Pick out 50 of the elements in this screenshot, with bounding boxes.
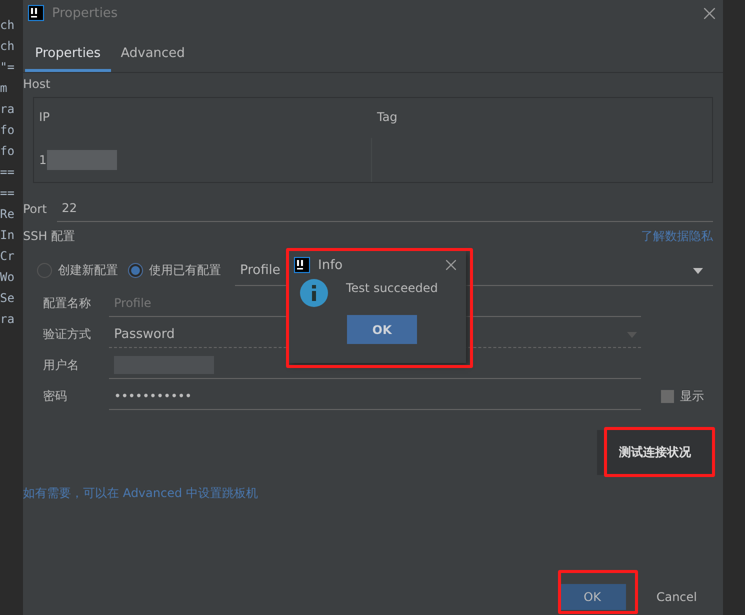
app-logo-icon	[28, 5, 44, 21]
code-fragment: ch	[0, 18, 16, 34]
test-connection-button[interactable]: 测试连接状况	[597, 430, 713, 475]
radio-label: 使用已有配置	[149, 262, 221, 279]
ok-button[interactable]: OK	[347, 315, 417, 344]
dialog-title: Info	[318, 258, 344, 272]
app-logo-icon	[294, 257, 310, 273]
code-fragment: fo	[0, 144, 16, 160]
tab[interactable]: Advanced	[110, 40, 195, 72]
code-fragment: ==	[0, 186, 16, 202]
window-title: Properties	[52, 6, 119, 20]
radio-button[interactable]	[128, 263, 143, 278]
blur-mask	[46, 150, 117, 170]
field-label: 密码	[43, 388, 68, 405]
code-fragment: Se	[0, 291, 16, 307]
code-fragment: ch	[0, 39, 16, 55]
close-icon[interactable]	[446, 260, 456, 270]
field-label: Port	[23, 202, 47, 216]
field-label: 验证方式	[43, 326, 92, 343]
section-label: Host	[23, 77, 50, 91]
info-icon	[300, 279, 328, 307]
column-header: IP	[38, 109, 51, 126]
caret-icon	[627, 332, 637, 338]
code-fragment: ra	[0, 102, 16, 118]
hint-text: 如有需要，可以在 Advanced 中设置跳板机	[23, 485, 258, 502]
password-field[interactable]: •••••••••••	[109, 383, 641, 410]
radio-label: 创建新配置	[58, 262, 118, 279]
ok-button[interactable]: OK	[558, 584, 626, 610]
code-fragment: ==	[0, 165, 16, 181]
tab[interactable]: Properties	[25, 40, 111, 72]
close-icon[interactable]	[704, 8, 715, 18]
column-header: Tag	[376, 109, 398, 126]
cancel-button[interactable]: Cancel	[640, 584, 713, 610]
code-fragment: m	[0, 81, 8, 97]
code-fragment: "=	[0, 60, 16, 76]
caret-icon	[693, 268, 703, 274]
table-cell: 1	[34, 138, 372, 182]
code-fragment: ra	[0, 312, 16, 328]
field-label: 用户名	[43, 357, 80, 374]
section-label: SSH 配置	[23, 228, 76, 245]
field-label: 配置名称	[43, 295, 92, 312]
checkbox-label: 显示	[680, 388, 704, 405]
radio-button[interactable]	[37, 263, 52, 278]
code-fragment: In	[0, 228, 16, 244]
code-fragment: fo	[0, 123, 16, 139]
checkbox[interactable]	[661, 390, 674, 403]
code-fragment: Wo	[0, 270, 16, 286]
port-field[interactable]: 22	[56, 195, 713, 222]
code-fragment: Cr	[0, 249, 16, 265]
code-fragment: Re	[0, 207, 16, 223]
